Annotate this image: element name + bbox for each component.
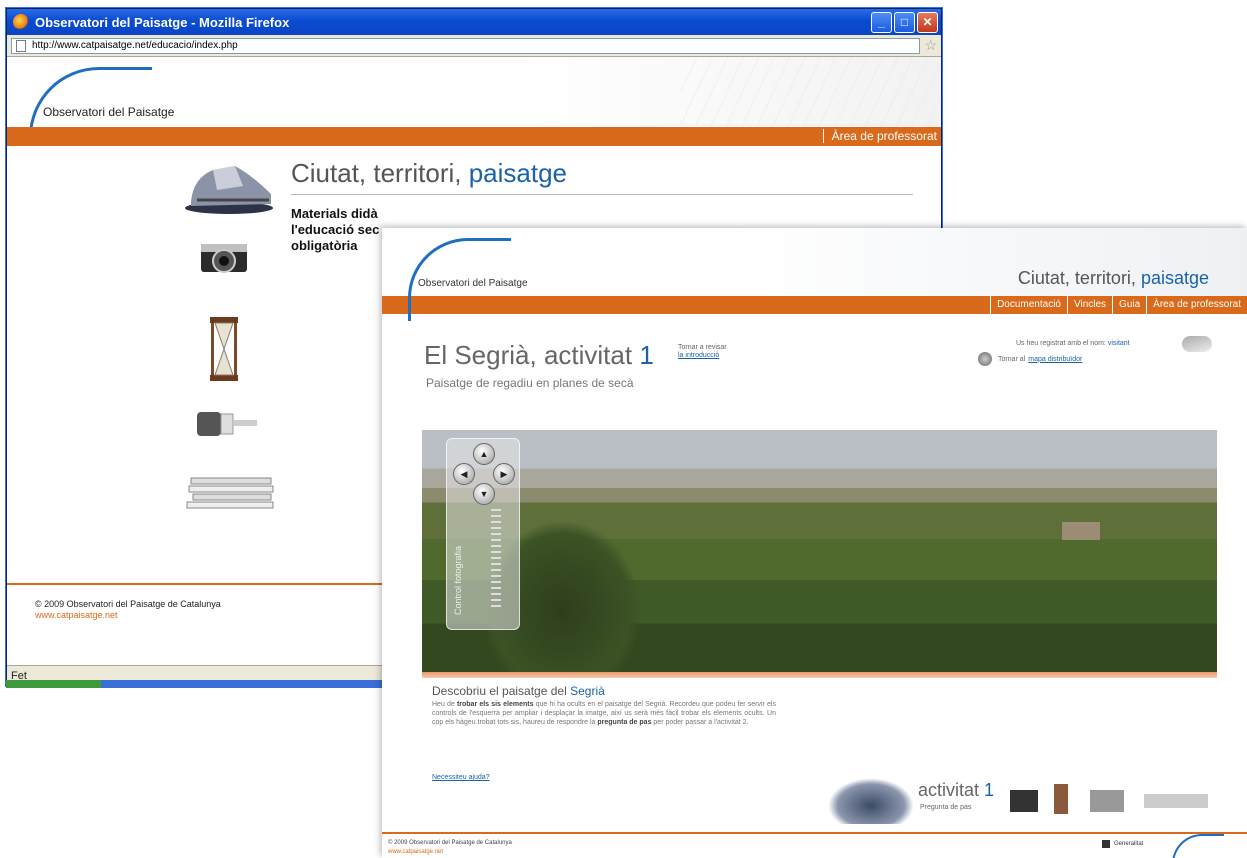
mini-microphone-icon[interactable] bbox=[1090, 790, 1124, 812]
desc-title-part1: Descobriu el paisatge del bbox=[432, 684, 571, 698]
activity-page: Observatori del Paisatge Ciutat, territo… bbox=[382, 228, 1247, 858]
intro-text: Tornar a revisar bbox=[678, 344, 727, 351]
footer-copyright: © 2009 Observatori del Paisatge de Catal… bbox=[35, 599, 221, 609]
pen-icon bbox=[1182, 336, 1212, 352]
page-title: Ciutat, territori, paisatge bbox=[291, 158, 567, 189]
firefox-icon bbox=[13, 14, 29, 30]
taskbar bbox=[6, 680, 386, 688]
title-bar[interactable]: Observatori del Paisatge - Mozilla Firef… bbox=[7, 9, 941, 35]
photo-shadow bbox=[422, 672, 1217, 678]
activity-title-num: 1 bbox=[639, 340, 654, 370]
hiking-boot-icon[interactable] bbox=[183, 156, 275, 216]
page-title-accent: paisatge bbox=[468, 158, 568, 188]
page-title-part1: Ciutat, territori, bbox=[291, 158, 469, 188]
start-button[interactable] bbox=[6, 680, 101, 688]
activity-title: El Segrià, activitat 1 bbox=[424, 340, 654, 371]
pan-down-button[interactable]: ▼ bbox=[473, 483, 495, 505]
desc-line-3: obligatòria bbox=[291, 238, 358, 253]
site-logo[interactable]: Observatori del Paisatge bbox=[43, 105, 174, 119]
user-label: Us heu registrat amb el nom: bbox=[1016, 340, 1108, 347]
site-header: Observatori del Paisatge bbox=[7, 57, 941, 127]
front-header: Observatori del Paisatge Ciutat, territo… bbox=[382, 228, 1247, 321]
page-description: Materials didà l'educació sec obligatòri… bbox=[291, 206, 379, 254]
site-nav-bar: Àrea de professorat bbox=[7, 127, 941, 146]
tagline-part1: Ciutat, territori, bbox=[1017, 268, 1141, 288]
hourglass-icon[interactable] bbox=[209, 316, 239, 382]
desc-bold-1: trobar els sis elements bbox=[456, 701, 534, 708]
photo-controls: ▲ ◀ ▶ ▼ Control fotografia bbox=[446, 438, 520, 630]
pan-up-button[interactable]: ▲ bbox=[473, 443, 495, 465]
desc-title-accent: Segrià bbox=[570, 684, 605, 698]
mini-hourglass-icon[interactable] bbox=[1054, 784, 1068, 814]
window-title: Observatori del Paisatge - Mozilla Firef… bbox=[35, 14, 290, 30]
nav-item-guia[interactable]: Guia bbox=[1112, 296, 1146, 314]
landscape-photo[interactable] bbox=[422, 430, 1217, 672]
minimize-button[interactable]: _ bbox=[871, 11, 892, 33]
nav-item-documentacio[interactable]: Documentació bbox=[990, 296, 1067, 314]
nav-item-vincles[interactable]: Vincles bbox=[1066, 296, 1112, 314]
map-decoration bbox=[681, 57, 941, 127]
act-title-text: activitat bbox=[918, 780, 985, 800]
intro-note: Tornar a revisar la introducció bbox=[678, 344, 727, 360]
camera-icon[interactable] bbox=[199, 236, 249, 276]
bookmark-star-icon[interactable]: ☆ bbox=[924, 37, 937, 54]
front-footer-arc-icon bbox=[1172, 834, 1224, 858]
title-divider bbox=[291, 194, 913, 195]
generalitat-icon bbox=[1102, 840, 1110, 848]
pan-left-button[interactable]: ◀ bbox=[453, 463, 475, 485]
help-link[interactable]: Necessiteu ajuda? bbox=[432, 774, 490, 781]
activity-boot-icon[interactable] bbox=[828, 778, 914, 824]
desc-text-3: per poder passar a l'activitat 2. bbox=[651, 719, 749, 726]
mini-newspapers-icon[interactable] bbox=[1144, 794, 1208, 808]
front-footer-divider bbox=[382, 832, 1247, 834]
desc-line-1: Materials didà bbox=[291, 206, 378, 221]
desc-bold-2: pregunta de pas bbox=[597, 719, 652, 726]
photo-farmhouse bbox=[1062, 522, 1100, 540]
generalitat-logo[interactable]: Generalitat bbox=[1102, 840, 1143, 848]
user-info: Us heu registrat amb el nom: visitant bbox=[1016, 340, 1130, 347]
description-body: Heu de trobar els sis elements que hi ha… bbox=[432, 700, 776, 727]
url-bar: http://www.catpaisatge.net/educacio/inde… bbox=[7, 35, 941, 57]
compass-icon[interactable] bbox=[978, 352, 992, 366]
front-tagline: Ciutat, territori, paisatge bbox=[1018, 268, 1209, 289]
close-button[interactable]: ✕ bbox=[917, 11, 938, 33]
window-controls: _ □ ✕ bbox=[871, 11, 941, 33]
front-site-logo[interactable]: Observatori del Paisatge bbox=[418, 278, 528, 289]
front-footer-url[interactable]: www.catpaisatge.net bbox=[388, 849, 443, 855]
nav-item-professorat[interactable]: Àrea de professorat bbox=[1146, 296, 1247, 314]
mini-camera-icon[interactable] bbox=[1010, 790, 1038, 812]
intro-link[interactable]: la introducció bbox=[678, 352, 727, 360]
activity-strip: activitat 1 Pregunta de pas bbox=[828, 776, 1218, 832]
nav-link-professorat[interactable]: Àrea de professorat bbox=[822, 129, 937, 143]
desc-line-2: l'educació sec bbox=[291, 222, 380, 237]
tagline-accent: paisatge bbox=[1140, 268, 1209, 288]
activity-strip-title: activitat 1 bbox=[918, 780, 994, 801]
microphone-icon[interactable] bbox=[195, 404, 259, 442]
newspapers-icon[interactable] bbox=[185, 472, 277, 512]
map-link[interactable]: mapa distribuïdor bbox=[1028, 356, 1082, 363]
zoom-slider[interactable] bbox=[491, 509, 501, 609]
front-nav-bar: Documentació Vincles Guia Àrea de profes… bbox=[382, 296, 1247, 314]
activity-strip-subtitle: Pregunta de pas bbox=[920, 804, 972, 811]
controls-label: Control fotografia bbox=[453, 545, 463, 615]
desc-text-1: Heu de bbox=[432, 701, 457, 708]
url-text: http://www.catpaisatge.net/educacio/inde… bbox=[32, 40, 238, 51]
description-title: Descobriu el paisatge del Segrià bbox=[432, 684, 605, 698]
front-footer-copyright: © 2009 Observatori del Paisatge de Catal… bbox=[388, 840, 512, 846]
act-title-num: 1 bbox=[984, 780, 995, 800]
footer-url-link[interactable]: www.catpaisatge.net bbox=[35, 610, 118, 620]
generalitat-text: Generalitat bbox=[1114, 841, 1144, 847]
back-label: Tornar al bbox=[998, 355, 1026, 363]
pan-right-button[interactable]: ▶ bbox=[493, 463, 515, 485]
user-name-link[interactable]: visitant bbox=[1108, 340, 1130, 347]
maximize-button[interactable]: □ bbox=[894, 11, 915, 33]
activity-title-text: El Segrià, activitat bbox=[424, 340, 640, 370]
activity-subtitle: Paisatge de regadiu en planes de secà bbox=[426, 376, 634, 390]
url-input[interactable]: http://www.catpaisatge.net/educacio/inde… bbox=[11, 37, 921, 54]
back-to-map: Tornar al mapa distribuïdor bbox=[978, 352, 1082, 366]
page-icon bbox=[16, 39, 26, 52]
